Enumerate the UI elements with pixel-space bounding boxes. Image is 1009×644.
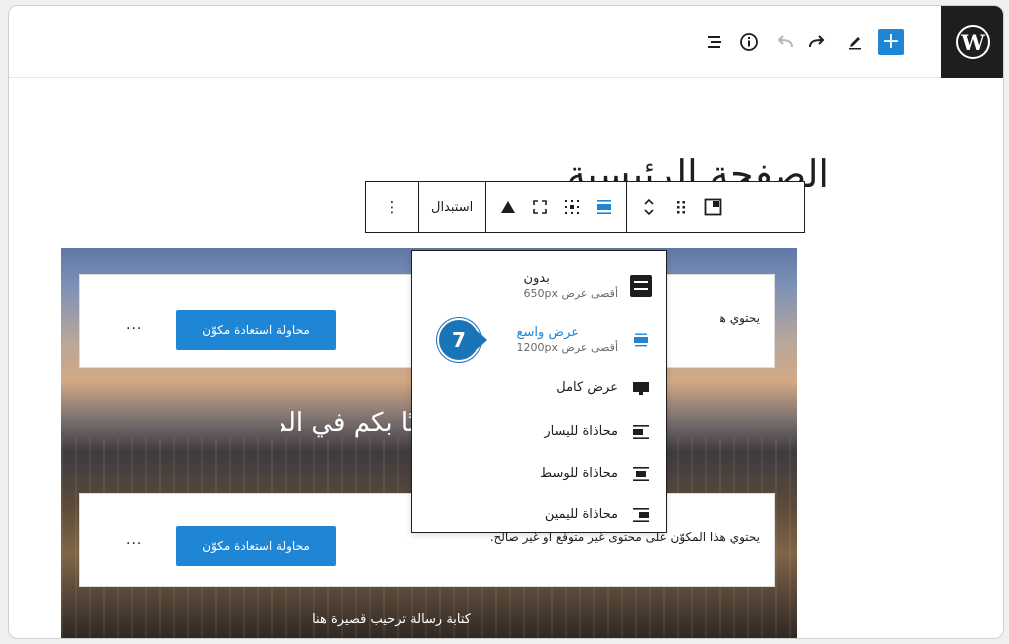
align-button[interactable] bbox=[588, 191, 620, 223]
warning-text: يحتوي هذا المكوّن على محتوى غير متوقع أو… bbox=[720, 311, 760, 325]
align-option-none[interactable]: بدون أقصى عرض 650px bbox=[412, 271, 666, 301]
toolbar-group-replace: استبدال bbox=[419, 182, 487, 232]
position-grid-icon bbox=[565, 200, 580, 214]
align-full-icon bbox=[630, 377, 652, 399]
fullscreen-toggle-button[interactable] bbox=[524, 191, 556, 223]
option-description: أقصى عرض 1200px bbox=[516, 341, 618, 354]
duotone-button[interactable] bbox=[492, 191, 524, 223]
align-wide-icon bbox=[597, 200, 612, 214]
align-right-icon bbox=[630, 504, 652, 526]
toolbar-group-block bbox=[627, 182, 735, 232]
toolbar-group-more: ⋮ bbox=[366, 182, 419, 232]
chevron-up-down-icon bbox=[644, 198, 654, 216]
editor-window: W + الصفحة الرئيسية مرحبًا بكم في المتجر… bbox=[8, 5, 1004, 639]
replace-button[interactable]: استبدال bbox=[419, 200, 485, 215]
align-wide-icon bbox=[630, 329, 652, 351]
attempt-recovery-button[interactable]: محاولة استعادة مكوّن bbox=[176, 310, 336, 350]
add-block-button[interactable]: + bbox=[878, 29, 904, 55]
redo-button[interactable] bbox=[803, 28, 831, 56]
content-position-button[interactable] bbox=[556, 191, 588, 223]
option-label: عرض واسع bbox=[516, 325, 580, 340]
align-option-center[interactable]: محاذاة للوسط bbox=[412, 463, 666, 485]
fullscreen-icon bbox=[533, 200, 548, 214]
option-description: أقصى عرض 650px bbox=[523, 287, 618, 300]
align-left-icon bbox=[630, 421, 652, 443]
option-label: محاذاة للوسط bbox=[540, 466, 618, 481]
wordpress-logo-icon: W bbox=[956, 25, 990, 59]
option-label: محاذاة لليمين bbox=[544, 507, 618, 522]
details-button[interactable] bbox=[735, 28, 763, 56]
align-option-full[interactable]: عرض كامل bbox=[412, 377, 666, 399]
cover-block-icon bbox=[704, 198, 722, 216]
toolbar-group-settings bbox=[486, 182, 628, 232]
step-badge-pointer bbox=[475, 329, 487, 351]
undo-icon bbox=[777, 35, 793, 48]
drag-handle-icon bbox=[677, 201, 686, 214]
more-options-button[interactable]: ··· bbox=[126, 536, 142, 552]
wordpress-logo-button[interactable]: W bbox=[941, 6, 1003, 78]
list-view-icon bbox=[708, 36, 721, 48]
info-icon bbox=[740, 33, 758, 51]
contrast-triangle-icon bbox=[501, 201, 516, 213]
attempt-recovery-button[interactable]: محاولة استعادة مكوّن bbox=[176, 526, 336, 566]
alignment-dropdown: بدون أقصى عرض 650px عرض واسع أقصى عرض 12… bbox=[411, 250, 667, 533]
undo-button[interactable] bbox=[771, 28, 799, 56]
align-option-left[interactable]: محاذاة لليسار bbox=[412, 421, 666, 443]
vertical-ellipsis-icon: ⋮ bbox=[384, 198, 400, 216]
option-label: عرض كامل bbox=[556, 380, 618, 395]
plus-icon: + bbox=[881, 29, 901, 54]
tools-button[interactable] bbox=[841, 28, 869, 56]
align-option-right[interactable]: محاذاة لليمين bbox=[412, 504, 666, 526]
align-none-icon bbox=[630, 275, 652, 297]
more-options-button[interactable]: ··· bbox=[126, 321, 142, 337]
hero-subtitle[interactable]: كتابة رسالة ترحيب قصيرة هنا bbox=[301, 612, 471, 634]
editor-top-bar: W + bbox=[9, 6, 1003, 78]
pencil-icon bbox=[849, 37, 861, 50]
block-type-button[interactable] bbox=[697, 191, 729, 223]
align-center-icon bbox=[630, 463, 652, 485]
block-toolbar: ⋮ استبدال bbox=[365, 181, 805, 233]
redo-icon bbox=[809, 35, 825, 48]
option-label: محاذاة لليسار bbox=[544, 424, 618, 439]
more-options-button[interactable]: ⋮ bbox=[366, 191, 418, 223]
option-label: بدون bbox=[523, 271, 550, 286]
list-view-button[interactable] bbox=[701, 28, 729, 56]
move-up-down-button[interactable] bbox=[633, 191, 665, 223]
drag-handle[interactable] bbox=[665, 191, 697, 223]
